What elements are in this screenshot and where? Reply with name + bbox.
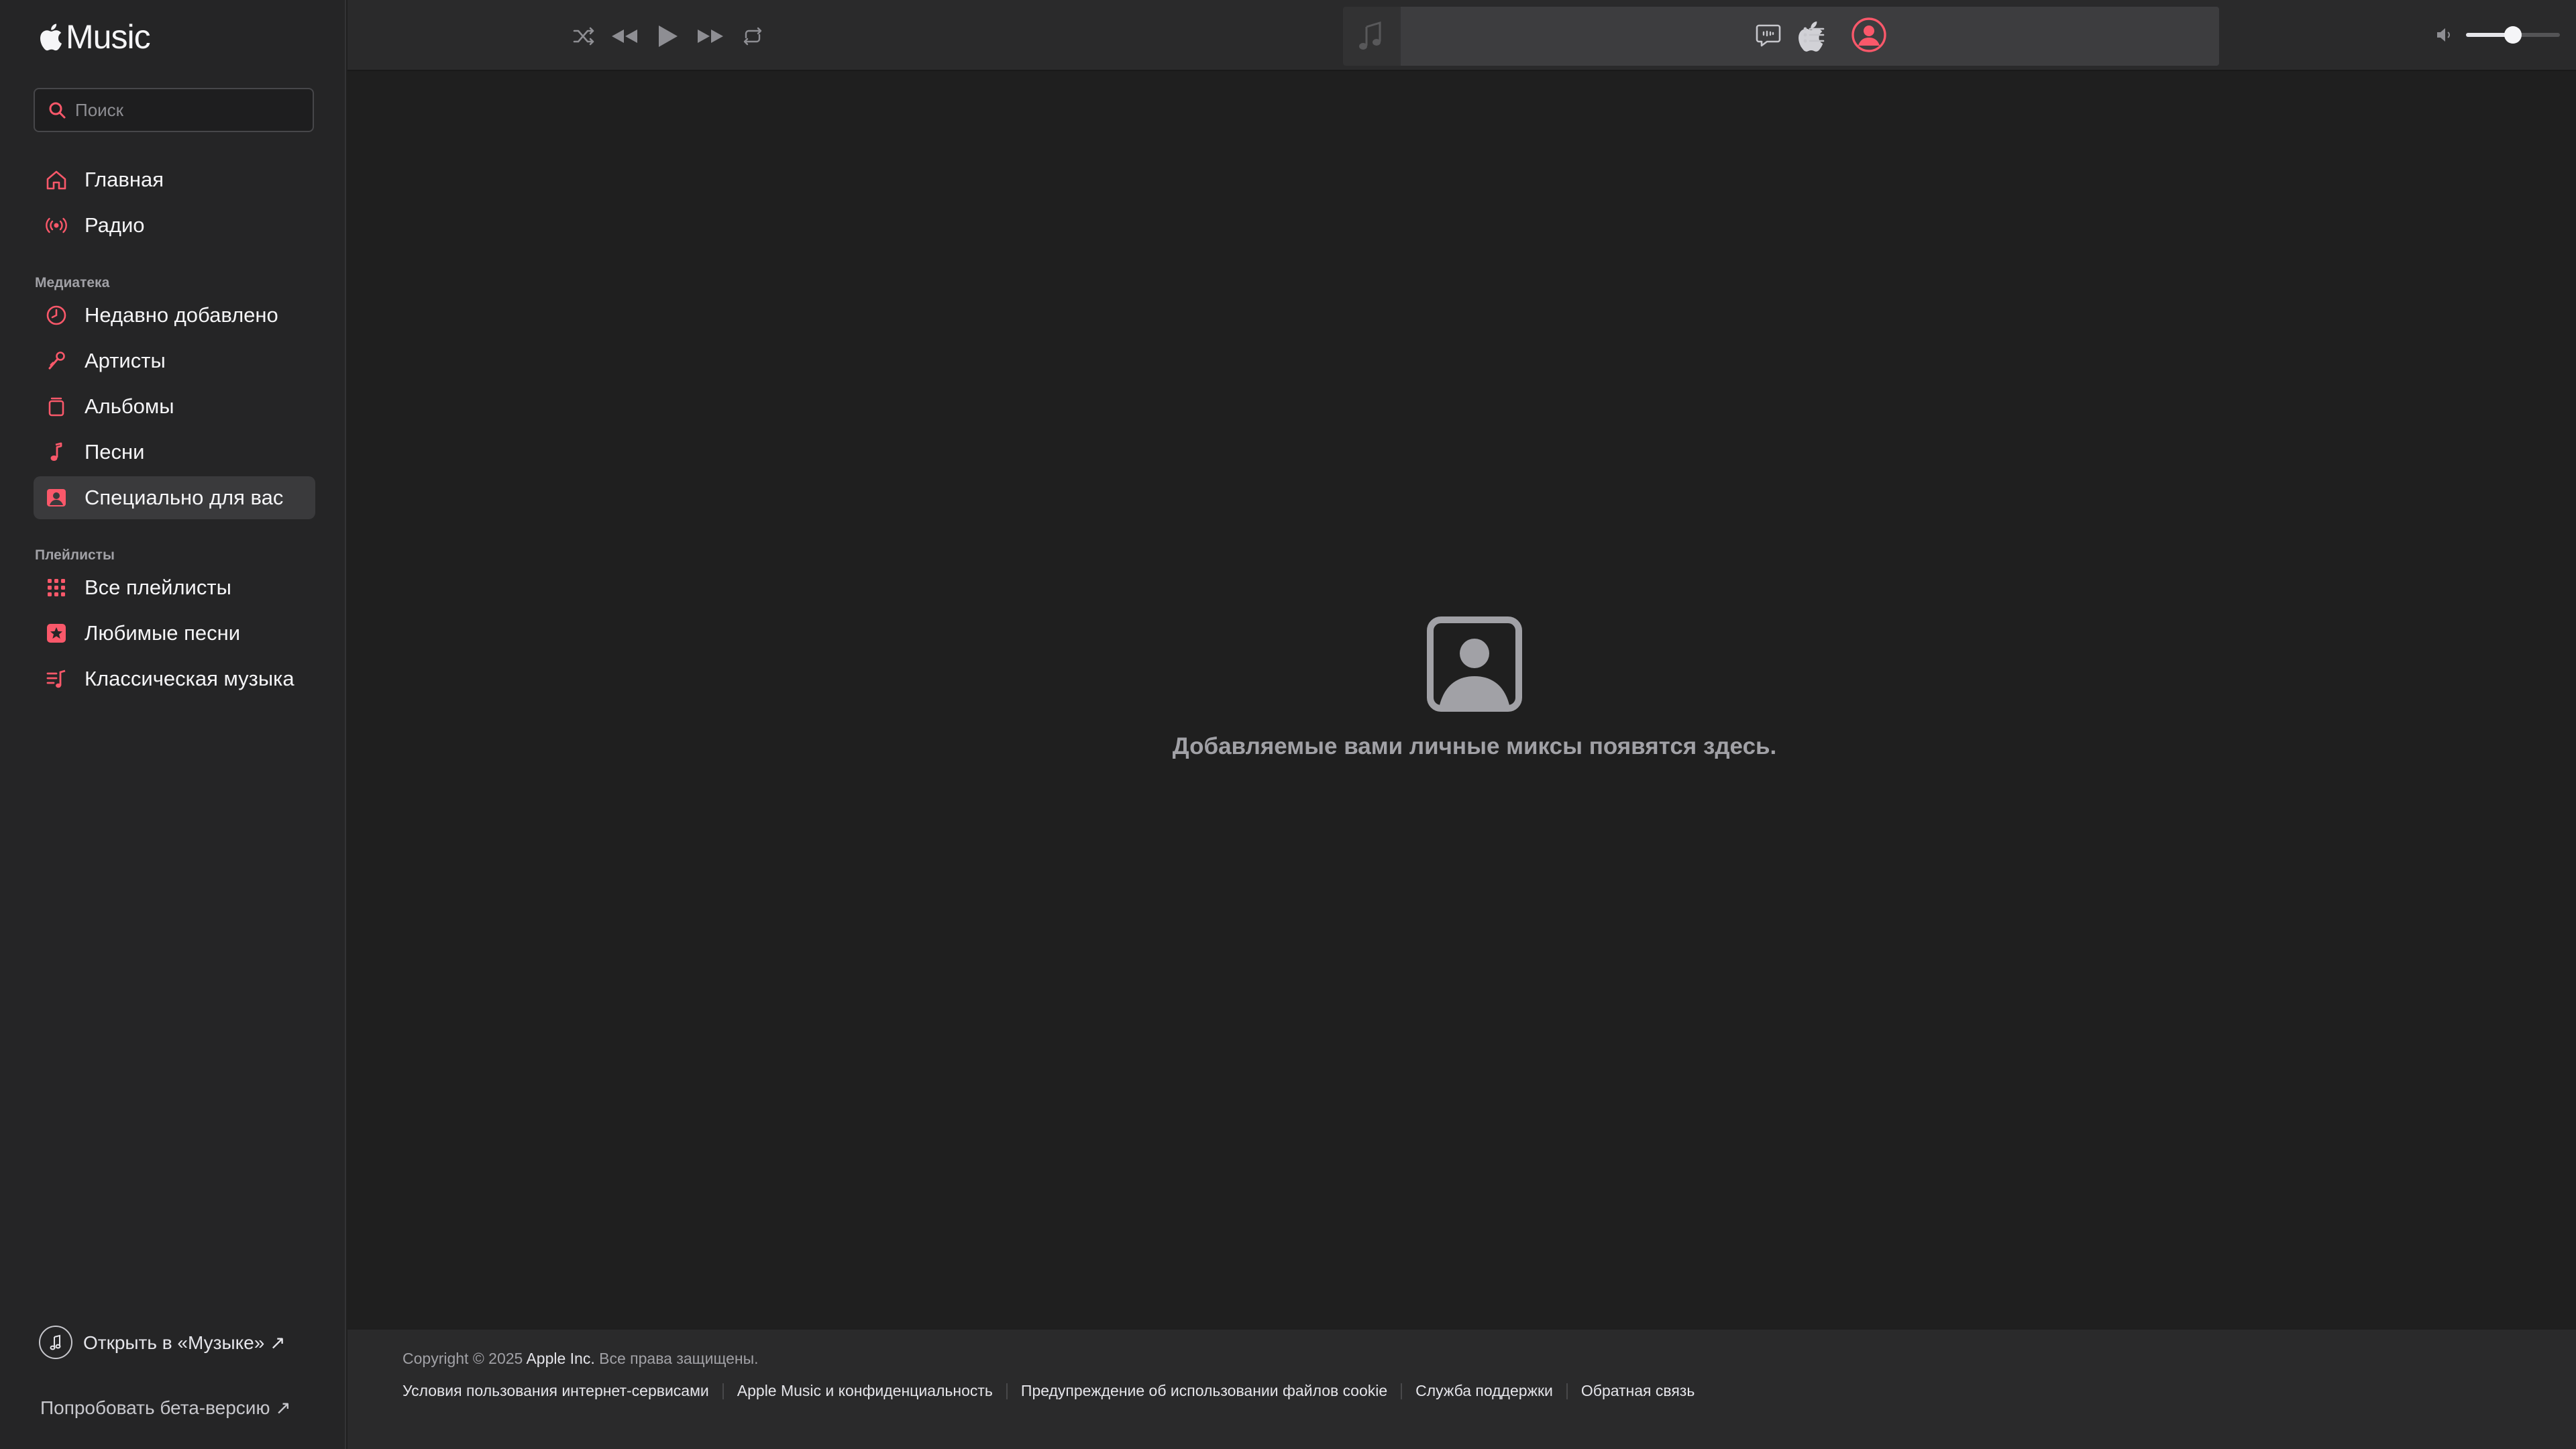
sidebar-item-label: Классическая музыка [85, 667, 294, 690]
account-icon [1851, 17, 1886, 52]
apple-music-logo[interactable]: Music [38, 16, 151, 58]
sidebar-item-all-playlists[interactable]: Все плейлисты [34, 566, 315, 609]
divider [1006, 1383, 1008, 1399]
volume-slider-knob[interactable] [2504, 26, 2522, 44]
nav-library: Недавно добавлено Артисты Альбомы Песни … [34, 294, 315, 522]
footer-link-support[interactable]: Служба поддержки [1415, 1382, 1553, 1400]
sidebar-item-label: Все плейлисты [85, 576, 231, 599]
sidebar-item-home[interactable]: Главная [34, 158, 315, 201]
search-icon [49, 102, 66, 119]
footer-link-privacy[interactable]: Apple Music и конфиденциальность [737, 1382, 993, 1400]
music-note-icon [43, 439, 70, 466]
account-button[interactable] [1850, 16, 1888, 57]
open-in-music-link[interactable]: Открыть в «Музыке» ↗ [39, 1326, 286, 1359]
sidebar-item-label: Любимые песни [85, 621, 241, 645]
volume-slider[interactable] [2466, 26, 2560, 44]
person-square-icon [43, 484, 70, 511]
shuffle-button[interactable] [572, 17, 596, 55]
sidebar-item-label: Специально для вас [85, 486, 284, 509]
footer-links: Условия пользования интернет-сервисами A… [402, 1382, 1695, 1400]
person-square-icon [1427, 616, 1522, 712]
queue-button[interactable] [1801, 19, 1827, 54]
footer-link-cookies[interactable]: Предупреждение об использовании файлов c… [1021, 1382, 1387, 1400]
divider [722, 1383, 724, 1399]
lyrics-button[interactable] [1755, 19, 1782, 54]
repeat-button[interactable] [741, 17, 765, 55]
copyright: Copyright © 2025 Apple Inc. Все права за… [402, 1350, 759, 1368]
search-input[interactable] [75, 99, 303, 121]
lyrics-icon [1756, 24, 1781, 47]
play-icon [659, 25, 678, 47]
company-name: Apple Inc. [526, 1350, 595, 1367]
sidebar-item-albums[interactable]: Альбомы [34, 385, 315, 428]
empty-state-message: Добавляемые вами личные миксы появятся з… [1172, 733, 1777, 759]
speaker-icon [2437, 28, 2450, 42]
sidebar-item-favourite-songs[interactable]: Любимые песни [34, 612, 315, 655]
nav-playlists: Все плейлисты Любимые песни Классическая… [34, 566, 315, 703]
sidebar-item-label: Главная [85, 168, 164, 191]
sidebar-item-made-for-you[interactable]: Специально для вас [34, 476, 315, 519]
artwork-placeholder [1343, 7, 1401, 66]
footer-link-terms[interactable]: Условия пользования интернет-сервисами [402, 1382, 709, 1400]
previous-icon [612, 30, 637, 43]
shuffle-icon [573, 27, 594, 46]
sidebar-item-radio[interactable]: Радио [34, 204, 315, 247]
playlist-icon [43, 665, 70, 692]
footer-link-feedback[interactable]: Обратная связь [1581, 1382, 1695, 1400]
list-icon [1803, 27, 1825, 43]
sidebar-item-artists[interactable]: Артисты [34, 339, 315, 382]
star-square-icon [43, 620, 70, 647]
play-button[interactable] [653, 17, 680, 55]
divider [1401, 1383, 1403, 1399]
sidebar-item-label: Радио [85, 213, 145, 237]
apple-logo-icon [40, 23, 62, 51]
sidebar-item-songs[interactable]: Песни [34, 431, 315, 474]
volume-control [2435, 24, 2560, 46]
search-box[interactable] [34, 88, 314, 132]
previous-button[interactable] [608, 17, 640, 55]
section-title-library: Медиатека [35, 275, 110, 290]
copyright-prefix: Copyright © 2025 [402, 1350, 523, 1367]
next-button[interactable] [695, 17, 727, 55]
music-note-icon [39, 1326, 72, 1359]
sidebar-item-label: Песни [85, 440, 145, 464]
radio-icon [43, 212, 70, 239]
sidebar-item-label: Недавно добавлено [85, 303, 278, 327]
home-icon [43, 166, 70, 193]
grid-icon [43, 574, 70, 601]
player-bar [347, 0, 2576, 71]
sidebar-item-classical-music[interactable]: Классическая музыка [34, 657, 315, 700]
main-content: Добавляемые вами личные миксы появятся з… [347, 72, 2576, 1330]
next-icon [698, 30, 723, 43]
open-in-music-label: Открыть в «Музыке» ↗ [83, 1332, 286, 1353]
empty-state: Добавляемые вами личные миксы появятся з… [1159, 616, 1790, 761]
footer: Copyright © 2025 Apple Inc. Все права за… [347, 1330, 2576, 1449]
music-note-icon [1359, 21, 1381, 50]
sidebar: Music Главная Радио Медиатека Недавно до… [0, 0, 346, 1449]
sidebar-item-label: Артисты [85, 349, 166, 372]
microphone-icon [43, 347, 70, 374]
brand-name: Music [66, 18, 151, 56]
nav-top: Главная Радио [34, 158, 315, 250]
repeat-icon [743, 27, 762, 46]
rights-text: Все права защищены. [599, 1350, 759, 1367]
divider [1566, 1383, 1568, 1399]
section-title-playlists: Плейлисты [35, 547, 115, 563]
sidebar-item-recently-added[interactable]: Недавно добавлено [34, 294, 315, 337]
clock-icon [43, 302, 70, 329]
sidebar-item-label: Альбомы [85, 394, 174, 418]
album-icon [43, 393, 70, 420]
try-beta-link[interactable]: Попробовать бета-версию ↗ [40, 1397, 291, 1419]
